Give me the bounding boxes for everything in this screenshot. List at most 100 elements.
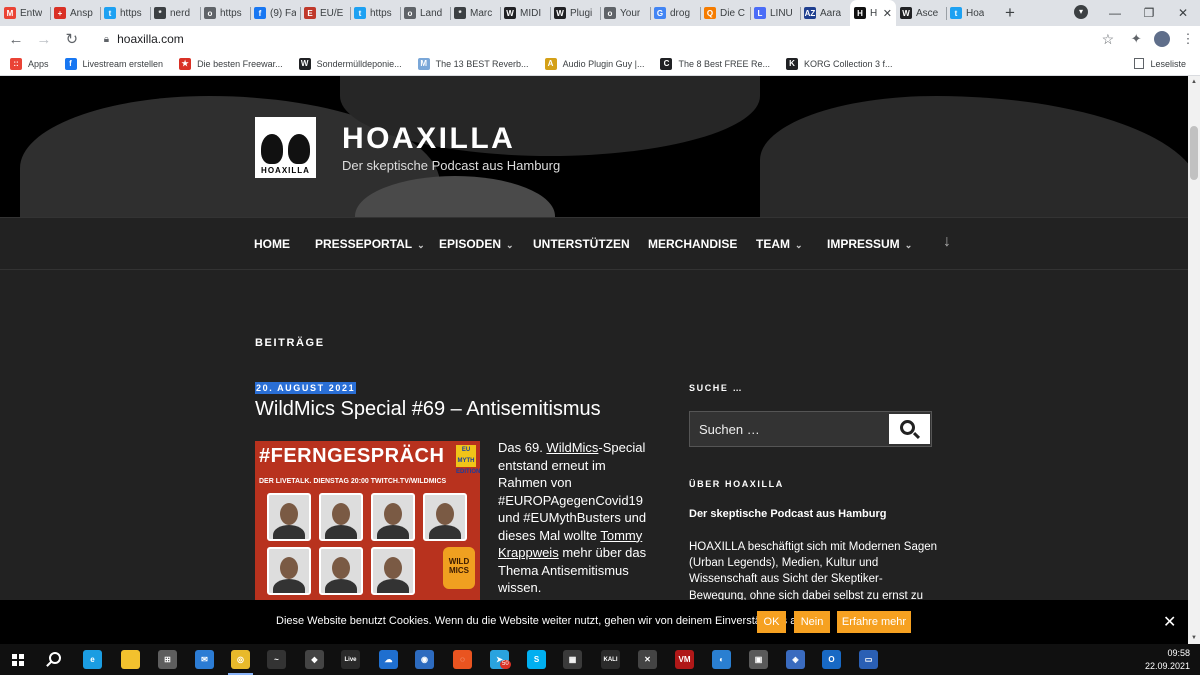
ableton-live-icon[interactable]: Live xyxy=(341,650,360,669)
store-icon[interactable]: ⊞ xyxy=(158,650,177,669)
nav-item-untersttzen[interactable]: UNTERSTÜTZEN xyxy=(533,237,630,251)
minimize-icon[interactable]: — xyxy=(1098,6,1132,20)
nav-item-label: EPISODEN xyxy=(439,237,502,251)
site-title[interactable]: HOAXILLA xyxy=(342,122,515,156)
browser-tab[interactable]: Gdrog xyxy=(650,0,700,26)
tab-label: EU/E xyxy=(320,7,344,19)
browser-tab[interactable]: W Asce xyxy=(896,0,946,26)
new-tab-icon[interactable]: + xyxy=(996,0,1024,26)
browser-tab[interactable]: E EU/E xyxy=(300,0,350,26)
scrollbar-thumb[interactable] xyxy=(1190,126,1198,180)
chrome-icon[interactable]: ◎ xyxy=(228,650,253,675)
cookie-ok-button[interactable]: OK xyxy=(757,611,786,633)
mail-icon[interactable]: ✉ xyxy=(195,650,214,669)
browser-tab[interactable]: t https xyxy=(350,0,400,26)
browser-tab[interactable]: W Plugi xyxy=(550,0,600,26)
browser-tab[interactable]: t https xyxy=(100,0,150,26)
nav-item-impressum[interactable]: IMPRESSUM ⌄ xyxy=(827,237,912,251)
twitter-icon: t xyxy=(104,7,116,19)
cube-icon[interactable]: ◈ xyxy=(786,650,805,669)
monitor-icon[interactable]: ▣ xyxy=(749,650,768,669)
menu-icon[interactable]: ⋮ xyxy=(1176,27,1200,51)
nav-item-team[interactable]: TEAM ⌄ xyxy=(756,237,803,251)
calculator-icon[interactable]: ▦ xyxy=(563,650,582,669)
reload-icon[interactable]: ↻ xyxy=(60,27,84,51)
nav-item-merchandise[interactable]: MERCHANDISE xyxy=(648,237,737,251)
wildmics-link[interactable]: WildMics xyxy=(546,440,598,455)
browser-tab[interactable]: + Ansp xyxy=(50,0,100,26)
arrow-down-icon[interactable]: ↓ xyxy=(943,233,951,251)
scroll-up-icon[interactable]: ▲ xyxy=(1188,76,1200,88)
moon-icon: C xyxy=(660,57,673,70)
nav-item-episoden[interactable]: EPISODEN ⌄ xyxy=(439,237,514,251)
bookmark-item[interactable]: C The 8 Best FREE Re... xyxy=(660,57,770,70)
address-bar[interactable]: 🔒︎ hoaxilla.com ☆ xyxy=(91,27,1125,51)
avatar[interactable] xyxy=(1154,31,1171,47)
bookmark-label: Sondermülldeponie... xyxy=(316,58,402,69)
voicemeeter-icon[interactable]: VM xyxy=(675,650,694,669)
browser-tab[interactable]: AZ Aara xyxy=(800,0,850,26)
bookmark-item[interactable]: K KORG Collection 3 f... xyxy=(786,57,893,70)
back-icon[interactable]: ← xyxy=(4,27,28,51)
taskbar-search-icon[interactable] xyxy=(49,652,61,664)
skype-icon[interactable]: S xyxy=(527,650,546,669)
scroll-down-icon[interactable]: ▼ xyxy=(1188,632,1200,644)
browser-tab[interactable]: Q Die C xyxy=(700,0,750,26)
chat-icon[interactable]: ◐ xyxy=(712,650,731,669)
camera-icon[interactable]: ◉ xyxy=(415,650,434,669)
bookmark-item[interactable]: A Audio Plugin Guy |... xyxy=(544,57,644,70)
post-title[interactable]: WildMics Special #69 – Antisemitismus xyxy=(255,398,601,421)
post-thumbnail[interactable]: #FERNGESPRÄCH EU MYTH EDITION DER LIVETA… xyxy=(255,441,480,601)
browser-tab[interactable]: o https xyxy=(200,0,250,26)
browser-tab[interactable]: * Marc xyxy=(450,0,500,26)
search-input[interactable] xyxy=(690,412,887,446)
browser-tab[interactable]: f (9) Fa xyxy=(250,0,300,26)
tab-label: https xyxy=(120,7,142,19)
page-scrollbar[interactable]: ▲ ▼ xyxy=(1188,76,1200,644)
close-tab-icon[interactable]: ✕ xyxy=(883,7,892,20)
browser-tab[interactable]: * nerd xyxy=(150,0,200,26)
restore-icon[interactable]: ❐ xyxy=(1132,6,1166,20)
bookmark-star-icon[interactable]: ☆ xyxy=(1102,31,1115,48)
system-clock[interactable]: 09:58 22.09.2021 xyxy=(1145,647,1190,673)
onedrive-icon[interactable]: ☁ xyxy=(379,650,398,669)
cookie-no-button[interactable]: Nein xyxy=(794,611,830,633)
post-date[interactable]: 20. AUGUST 2021 xyxy=(255,382,357,394)
close-window-icon[interactable]: ✕ xyxy=(1166,6,1200,20)
bookmark-item[interactable]: ★ Die besten Freewar... xyxy=(179,57,283,70)
extensions-icon[interactable]: ✦ xyxy=(1124,27,1148,51)
nav-item-presseportal[interactable]: PRESSEPORTAL ⌄ xyxy=(315,237,425,251)
kali-icon[interactable]: KALI xyxy=(601,650,620,669)
tab-search-icon[interactable]: ▾ xyxy=(1074,5,1088,19)
browser-tab[interactable]: W MIDI xyxy=(500,0,550,26)
reading-list-button[interactable]: Leseliste xyxy=(1134,58,1186,69)
close-icon[interactable]: ✕ xyxy=(1163,612,1176,632)
windows-start-icon[interactable] xyxy=(12,654,24,666)
outlook-icon[interactable]: O xyxy=(822,650,841,669)
bookmark-item[interactable]: f Livestream erstellen xyxy=(64,57,163,70)
bookmark-item[interactable]: :: Apps xyxy=(10,57,49,70)
ubuntu-icon[interactable]: ◌ xyxy=(453,650,472,669)
browser-tab[interactable]: t Hoa xyxy=(946,0,996,26)
x-app-icon[interactable]: ✕ xyxy=(638,650,657,669)
chevron-down-icon: ⌄ xyxy=(506,240,514,250)
browser-tab[interactable]: M Entw xyxy=(0,0,50,26)
bookmark-item[interactable]: W Sondermülldeponie... xyxy=(298,57,402,70)
browser-tab[interactable]: o Land xyxy=(400,0,450,26)
resolume-icon[interactable]: ~ xyxy=(267,650,286,669)
browser-tab[interactable]: H H ✕ xyxy=(850,0,896,26)
window-controls: — ❐ ✕ xyxy=(1098,0,1200,26)
browser-tab[interactable]: L LINU xyxy=(750,0,800,26)
window-app-icon[interactable]: ▭ xyxy=(859,650,878,669)
nav-item-home[interactable]: HOME xyxy=(254,237,290,251)
file-explorer-icon[interactable] xyxy=(121,650,140,669)
site-logo[interactable]: HOAXILLA xyxy=(255,117,316,178)
edge-icon[interactable]: e xyxy=(83,650,102,669)
bookmark-item[interactable]: M The 13 BEST Reverb... xyxy=(417,57,529,70)
search-button[interactable] xyxy=(889,414,930,444)
forward-icon[interactable]: → xyxy=(32,27,56,51)
browser-tab[interactable]: o Your xyxy=(600,0,650,26)
lock-icon[interactable]: 🔒︎ xyxy=(104,34,109,45)
inkscape-icon[interactable]: ◆ xyxy=(305,650,324,669)
cookie-more-button[interactable]: Erfahre mehr xyxy=(837,611,911,633)
